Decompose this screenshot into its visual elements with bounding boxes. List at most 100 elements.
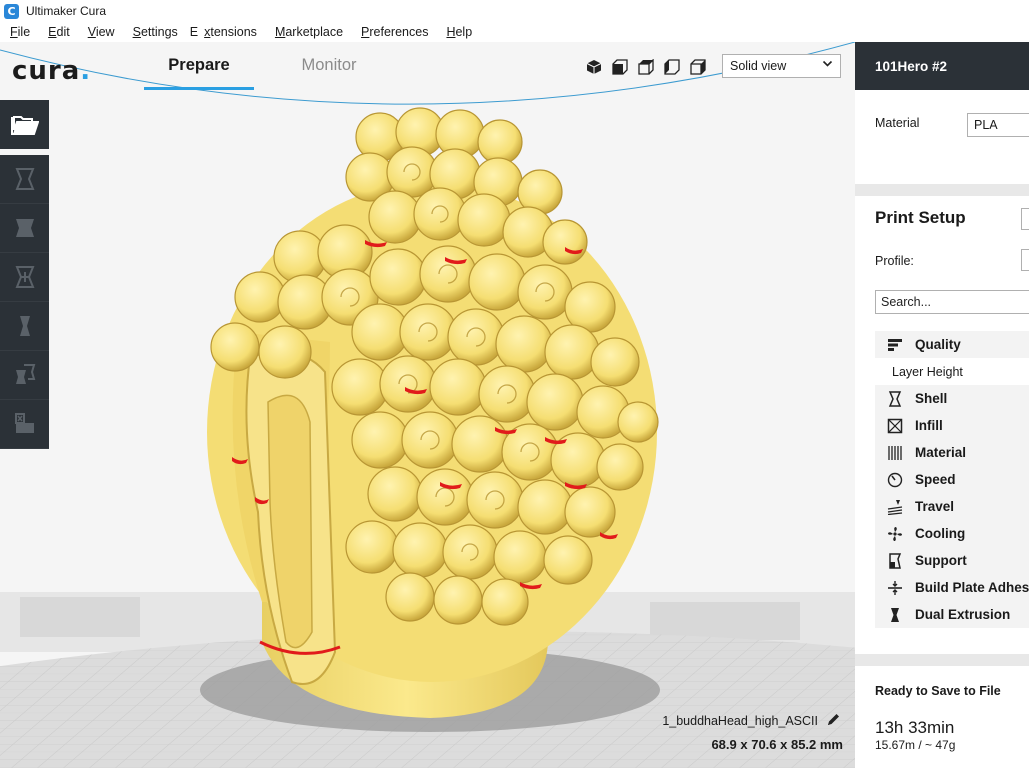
transform-tools — [0, 155, 49, 449]
menu-marketplace[interactable]: Marketplace — [269, 25, 349, 39]
material-icon — [875, 445, 915, 461]
scene-render — [0, 42, 855, 768]
material-usage-estimate: 15.67m / ~ 47g — [875, 738, 956, 752]
scale-icon — [15, 219, 34, 237]
window-titlebar: C Ultimaker Cura — [0, 0, 1029, 22]
tab-monitor[interactable]: Monitor — [274, 56, 384, 90]
menu-file[interactable]: File — [4, 25, 36, 39]
settings-sidebar: 101Hero #2 Material PLA Print Setup Prof… — [855, 42, 1029, 768]
chevron-down-icon — [822, 58, 833, 72]
profile-label: Profile: — [875, 254, 914, 268]
open-file-button[interactable] — [0, 100, 49, 149]
category-build-plate-adhesion[interactable]: Build Plate Adhes — [875, 574, 1029, 601]
menu-view[interactable]: View — [82, 25, 121, 39]
category-speed-label: Speed — [915, 472, 956, 487]
quality-icon — [875, 338, 915, 352]
model-name: 1_buddhaHead_high_ASCII — [662, 712, 841, 730]
rotate-tool-button[interactable] — [0, 253, 49, 302]
setting-layer-height-label: Layer Height — [892, 364, 963, 379]
category-support-label: Support — [915, 553, 967, 568]
tab-prepare-label: Prepare — [168, 56, 230, 74]
menu-bar: File Edit View Settings Extensions Marke… — [0, 22, 1029, 42]
infill-icon — [875, 418, 915, 434]
3d-viewport[interactable]: cura. Prepare Monitor Solid view 1_buddh… — [0, 42, 855, 768]
section-divider — [855, 654, 1029, 666]
category-shell[interactable]: Shell — [875, 385, 1029, 412]
search-placeholder: Search... — [881, 295, 932, 309]
support-blocker-button[interactable] — [0, 400, 49, 449]
menu-settings[interactable]: Settings — [127, 25, 184, 39]
view-mode-value: Solid view — [730, 59, 787, 73]
edit-pencil-icon[interactable] — [826, 712, 841, 730]
logo-text: cura — [12, 56, 81, 86]
settings-categories: Quality Layer Height Shell Infill Materi… — [875, 331, 1029, 628]
view-mode-select[interactable]: Solid view — [722, 54, 841, 78]
setting-layer-height[interactable]: Layer Height — [875, 358, 1029, 385]
speed-icon — [875, 472, 915, 488]
right-view-icon[interactable] — [688, 57, 707, 76]
rotate-icon — [15, 266, 34, 288]
front-view-icon[interactable] — [610, 57, 629, 76]
machine-name: 101Hero #2 — [875, 59, 948, 74]
per-model-settings-icon — [15, 364, 35, 384]
category-dual-label: Dual Extrusion — [915, 607, 1011, 622]
category-quality-label: Quality — [915, 337, 961, 352]
logo-dot: . — [80, 56, 92, 86]
slice-status: Ready to Save to File — [875, 684, 1001, 698]
travel-icon — [875, 499, 915, 515]
top-view-icon[interactable] — [636, 57, 655, 76]
camera-view-buttons — [584, 57, 707, 76]
shell-icon — [875, 390, 915, 407]
category-support[interactable]: Support — [875, 547, 1029, 574]
category-quality[interactable]: Quality — [875, 331, 1029, 358]
move-icon — [15, 168, 34, 190]
print-time-estimate: 13h 33min — [875, 718, 955, 737]
support-icon — [875, 552, 915, 569]
print-setup-mode-toggle[interactable] — [1021, 208, 1029, 230]
mirror-tool-button[interactable] — [0, 302, 49, 351]
category-travel-label: Travel — [915, 499, 955, 514]
category-shell-label: Shell — [915, 391, 948, 406]
material-label: Material — [875, 116, 920, 130]
category-material-label: Material — [915, 445, 967, 460]
menu-help[interactable]: Help — [440, 25, 478, 39]
model-name-text: 1_buddhaHead_high_ASCII — [662, 714, 818, 728]
window-title: Ultimaker Cura — [26, 4, 107, 18]
category-dual-extrusion[interactable]: Dual Extrusion — [875, 601, 1029, 628]
category-adhesion-label: Build Plate Adhes — [915, 580, 1029, 595]
category-travel[interactable]: Travel — [875, 493, 1029, 520]
per-model-settings-button[interactable] — [0, 351, 49, 400]
menu-preferences[interactable]: Preferences — [355, 25, 434, 39]
mirror-icon — [19, 316, 30, 336]
move-tool-button[interactable] — [0, 155, 49, 204]
scale-tool-button[interactable] — [0, 204, 49, 253]
category-infill-label: Infill — [915, 418, 943, 433]
category-speed[interactable]: Speed — [875, 466, 1029, 493]
print-setup-title: Print Setup — [875, 208, 966, 227]
3d-view-icon[interactable] — [584, 57, 603, 76]
profile-select[interactable] — [1021, 249, 1029, 271]
section-divider — [855, 184, 1029, 196]
support-blocker-icon — [14, 413, 34, 433]
model-dimensions: 68.9 x 70.6 x 85.2 mm — [711, 737, 843, 752]
machine-selector[interactable]: 101Hero #2 — [855, 42, 1029, 90]
category-cooling[interactable]: Cooling — [875, 520, 1029, 547]
tab-monitor-label: Monitor — [301, 56, 357, 74]
menu-edit[interactable]: Edit — [42, 25, 76, 39]
cooling-fan-icon — [875, 526, 915, 542]
menu-extensions[interactable]: Extensions — [190, 25, 263, 39]
cura-logo: cura. — [12, 56, 91, 86]
category-infill[interactable]: Infill — [875, 412, 1029, 439]
material-value: PLA — [974, 118, 998, 132]
category-material[interactable]: Material — [875, 439, 1029, 466]
material-select[interactable]: PLA — [967, 113, 1029, 137]
cura-app-icon: C — [4, 3, 19, 19]
left-toolbar — [0, 100, 49, 449]
folder-open-icon — [10, 115, 39, 135]
adhesion-icon — [875, 580, 915, 596]
tab-prepare[interactable]: Prepare — [144, 56, 254, 90]
category-cooling-label: Cooling — [915, 526, 966, 541]
left-view-icon[interactable] — [662, 57, 681, 76]
settings-search-input[interactable]: Search... — [875, 290, 1029, 314]
dual-extrusion-icon — [875, 607, 915, 623]
